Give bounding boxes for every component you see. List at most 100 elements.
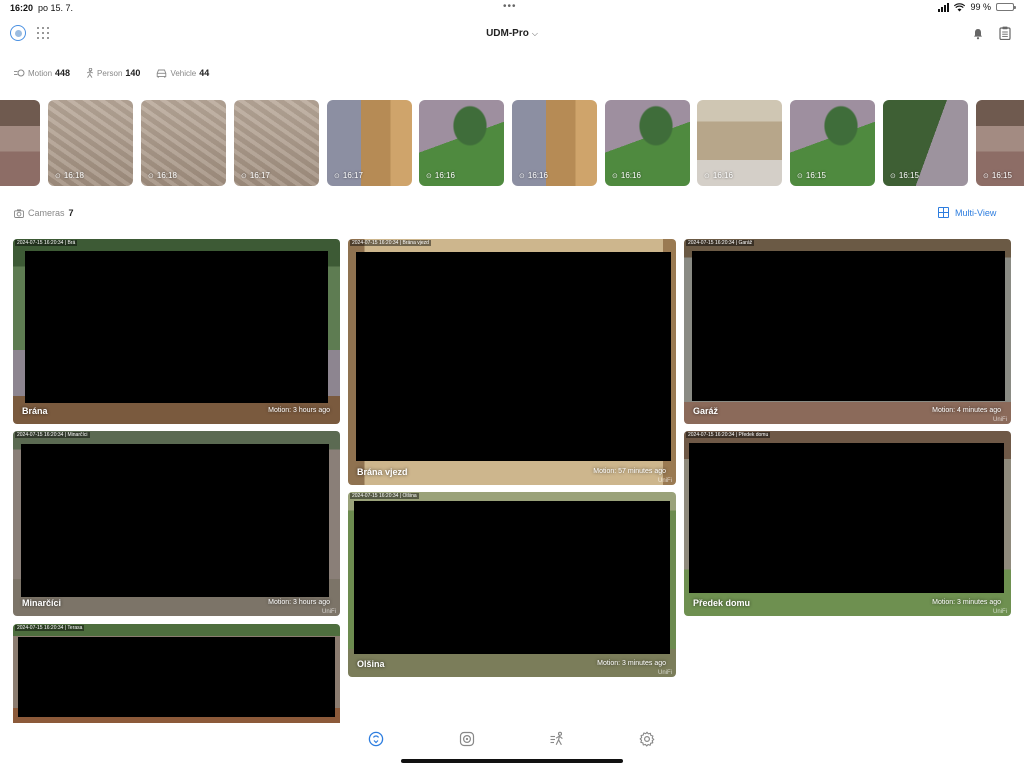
- camera-feed-redacted: [21, 444, 329, 597]
- thumbnail-time: 16:17: [342, 171, 363, 180]
- thumbnail-time: 16:15: [805, 171, 826, 180]
- person-icon: [87, 68, 94, 78]
- unifi-watermark: UniFi: [657, 670, 672, 676]
- detection-thumbnail[interactable]: ⊙ 16:18: [48, 100, 133, 186]
- camera-feed-redacted: [18, 637, 335, 717]
- detection-thumbnail[interactable]: ⊙ 16:17: [327, 100, 412, 186]
- vehicle-label: Vehicle: [170, 68, 197, 78]
- camera-timestamp: 2024-07-15 16:20:34 | Terasa: [15, 625, 85, 631]
- camera-tile-olsina[interactable]: 2024-07-15 16:20:34 | Olšina Olšina Moti…: [348, 492, 676, 677]
- camera-timestamp: 2024-07-15 16:20:34 | Garáž: [686, 240, 755, 246]
- camera-name: Olšina: [357, 659, 385, 669]
- camera-motion-status: Motion: 57 minutes ago: [593, 468, 666, 475]
- thumbnail-time: 16:18: [63, 171, 84, 180]
- protect-home-icon: [368, 731, 384, 747]
- detection-thumbnail[interactable]: ⊙ 16:16: [605, 100, 690, 186]
- camera-tile-brana[interactable]: 2024-07-15 16:20:34 | Brá Brána Motion: …: [13, 239, 340, 424]
- camera-motion-status: Motion: 3 minutes ago: [932, 599, 1001, 606]
- chevron-down-icon: ⌵: [531, 29, 538, 38]
- camera-tile-minarcici[interactable]: 2024-07-15 16:20:34 | Minarčíci Minarčíc…: [13, 431, 340, 616]
- motion-icon: ⊙: [704, 172, 710, 180]
- motion-icon: ⊙: [334, 172, 340, 180]
- camera-motion-status: Motion: 4 minutes ago: [932, 407, 1001, 414]
- cellular-signal-icon: [938, 2, 950, 12]
- recent-detections-strip[interactable]: ⊙ 16:18 ⊙ 16:18 ⊙ 16:17 ⊙ 16:17 ⊙ 16:16 ⊙ 16:1…: [0, 100, 1024, 186]
- clipboard-icon[interactable]: [999, 26, 1011, 40]
- person-count: 140: [125, 68, 141, 78]
- motion-icon: ⊙: [241, 172, 247, 180]
- motion-icon: ⊙: [983, 172, 989, 180]
- detection-thumbnail[interactable]: ⊙ 16:15: [883, 100, 968, 186]
- cameras-label: Cameras: [28, 208, 65, 218]
- status-date: po 15. 7.: [38, 3, 74, 13]
- detection-thumbnail[interactable]: ⊙ 16:16: [697, 100, 782, 186]
- detection-thumbnail[interactable]: ⊙ 16:17: [234, 100, 319, 186]
- camera-timestamp: 2024-07-15 16:20:34 | Minarčíci: [15, 432, 90, 438]
- tab-detections[interactable]: [546, 728, 568, 750]
- detection-thumbnail[interactable]: ⊙ 16:15: [790, 100, 875, 186]
- camera-tile-terasa[interactable]: 2024-07-15 16:20:34 | Terasa: [13, 624, 340, 723]
- camera-motion-status: Motion: 3 hours ago: [268, 407, 330, 414]
- detection-thumbnail[interactable]: ⊙ 16:16: [419, 100, 504, 186]
- detection-thumbnail[interactable]: ⊙ 16:16: [512, 100, 597, 186]
- motion-count: 448: [55, 68, 71, 78]
- vehicle-count: 44: [199, 68, 210, 78]
- detection-thumbnail[interactable]: ⊙ 16:18: [141, 100, 226, 186]
- detection-counts: Motion 448 Person 140 Vehicle 44: [14, 68, 209, 78]
- camera-icon: [14, 208, 24, 218]
- thumbnail-time: 16:16: [712, 171, 733, 180]
- thumbnail-time: 16:18: [156, 171, 177, 180]
- vehicle-filter[interactable]: Vehicle 44: [156, 68, 209, 78]
- cameras-section-header: Cameras 7: [14, 208, 74, 218]
- camera-name: Brána: [22, 406, 48, 416]
- camera-name: Brána vjezd: [357, 467, 408, 477]
- multi-view-label: Multi-View: [955, 207, 997, 218]
- console-title: UDM-Pro: [486, 28, 529, 39]
- tab-cameras[interactable]: [456, 728, 478, 750]
- unifi-watermark: UniFi: [321, 609, 336, 615]
- motion-icon: ⊙: [148, 172, 154, 180]
- camera-timestamp: 2024-07-15 16:20:34 | Brána vjezd: [350, 240, 431, 246]
- unifi-watermark: UniFi: [992, 609, 1007, 615]
- motion-icon: ⊙: [519, 172, 525, 180]
- motion-icon: ⊙: [890, 172, 896, 180]
- camera-timestamp: 2024-07-15 16:20:34 | Předek domu: [686, 432, 771, 438]
- camera-feed-redacted: [356, 252, 671, 461]
- console-selector[interactable]: UDM-Pro ⌵: [0, 28, 1024, 39]
- motion-icon: ⊙: [797, 172, 803, 180]
- multitasking-dots[interactable]: •••: [503, 1, 517, 12]
- camera-icon: [459, 731, 475, 747]
- motion-icon: ⊙: [426, 172, 432, 180]
- wifi-icon: [954, 2, 966, 12]
- motion-label: Motion: [28, 68, 53, 78]
- camera-name: Minarčíci: [22, 598, 62, 608]
- thumbnail-time: 16:15: [991, 171, 1012, 180]
- tab-home[interactable]: [365, 728, 387, 750]
- thumbnail-time: 16:15: [898, 171, 919, 180]
- camera-tile-garaz[interactable]: 2024-07-15 16:20:34 | Garáž Garáž Motion…: [684, 239, 1011, 424]
- camera-tile-predek-domu[interactable]: 2024-07-15 16:20:34 | Předek domu Předek…: [684, 431, 1011, 616]
- motion-icon: ⊙: [612, 172, 618, 180]
- multi-view-button[interactable]: Multi-View: [938, 207, 996, 218]
- detection-thumbnail[interactable]: [0, 100, 40, 186]
- bell-icon[interactable]: [972, 28, 984, 40]
- settings-gear-icon: [639, 731, 655, 747]
- camera-tile-brana-vjezd[interactable]: 2024-07-15 16:20:34 | Brána vjezd Brána …: [348, 239, 676, 485]
- camera-feed-redacted: [689, 443, 1004, 593]
- app-header: UDM-Pro ⌵: [0, 20, 1024, 48]
- camera-feed-redacted: [354, 501, 670, 654]
- detections-icon: [550, 731, 563, 746]
- camera-timestamp: 2024-07-15 16:20:34 | Olšina: [350, 493, 419, 499]
- camera-feed-redacted: [25, 251, 328, 403]
- camera-name: Garáž: [693, 406, 719, 416]
- status-time: 16:20: [10, 3, 34, 13]
- tab-settings[interactable]: [636, 728, 658, 750]
- thumbnail-time: 16:16: [620, 171, 641, 180]
- home-indicator[interactable]: [401, 759, 623, 763]
- detection-thumbnail[interactable]: ⊙ 16:15: [976, 100, 1024, 186]
- vehicle-icon: [157, 69, 167, 78]
- motion-icon: [14, 69, 25, 77]
- person-filter[interactable]: Person 140: [86, 68, 140, 78]
- motion-icon: ⊙: [55, 172, 61, 180]
- motion-filter[interactable]: Motion 448: [14, 68, 70, 78]
